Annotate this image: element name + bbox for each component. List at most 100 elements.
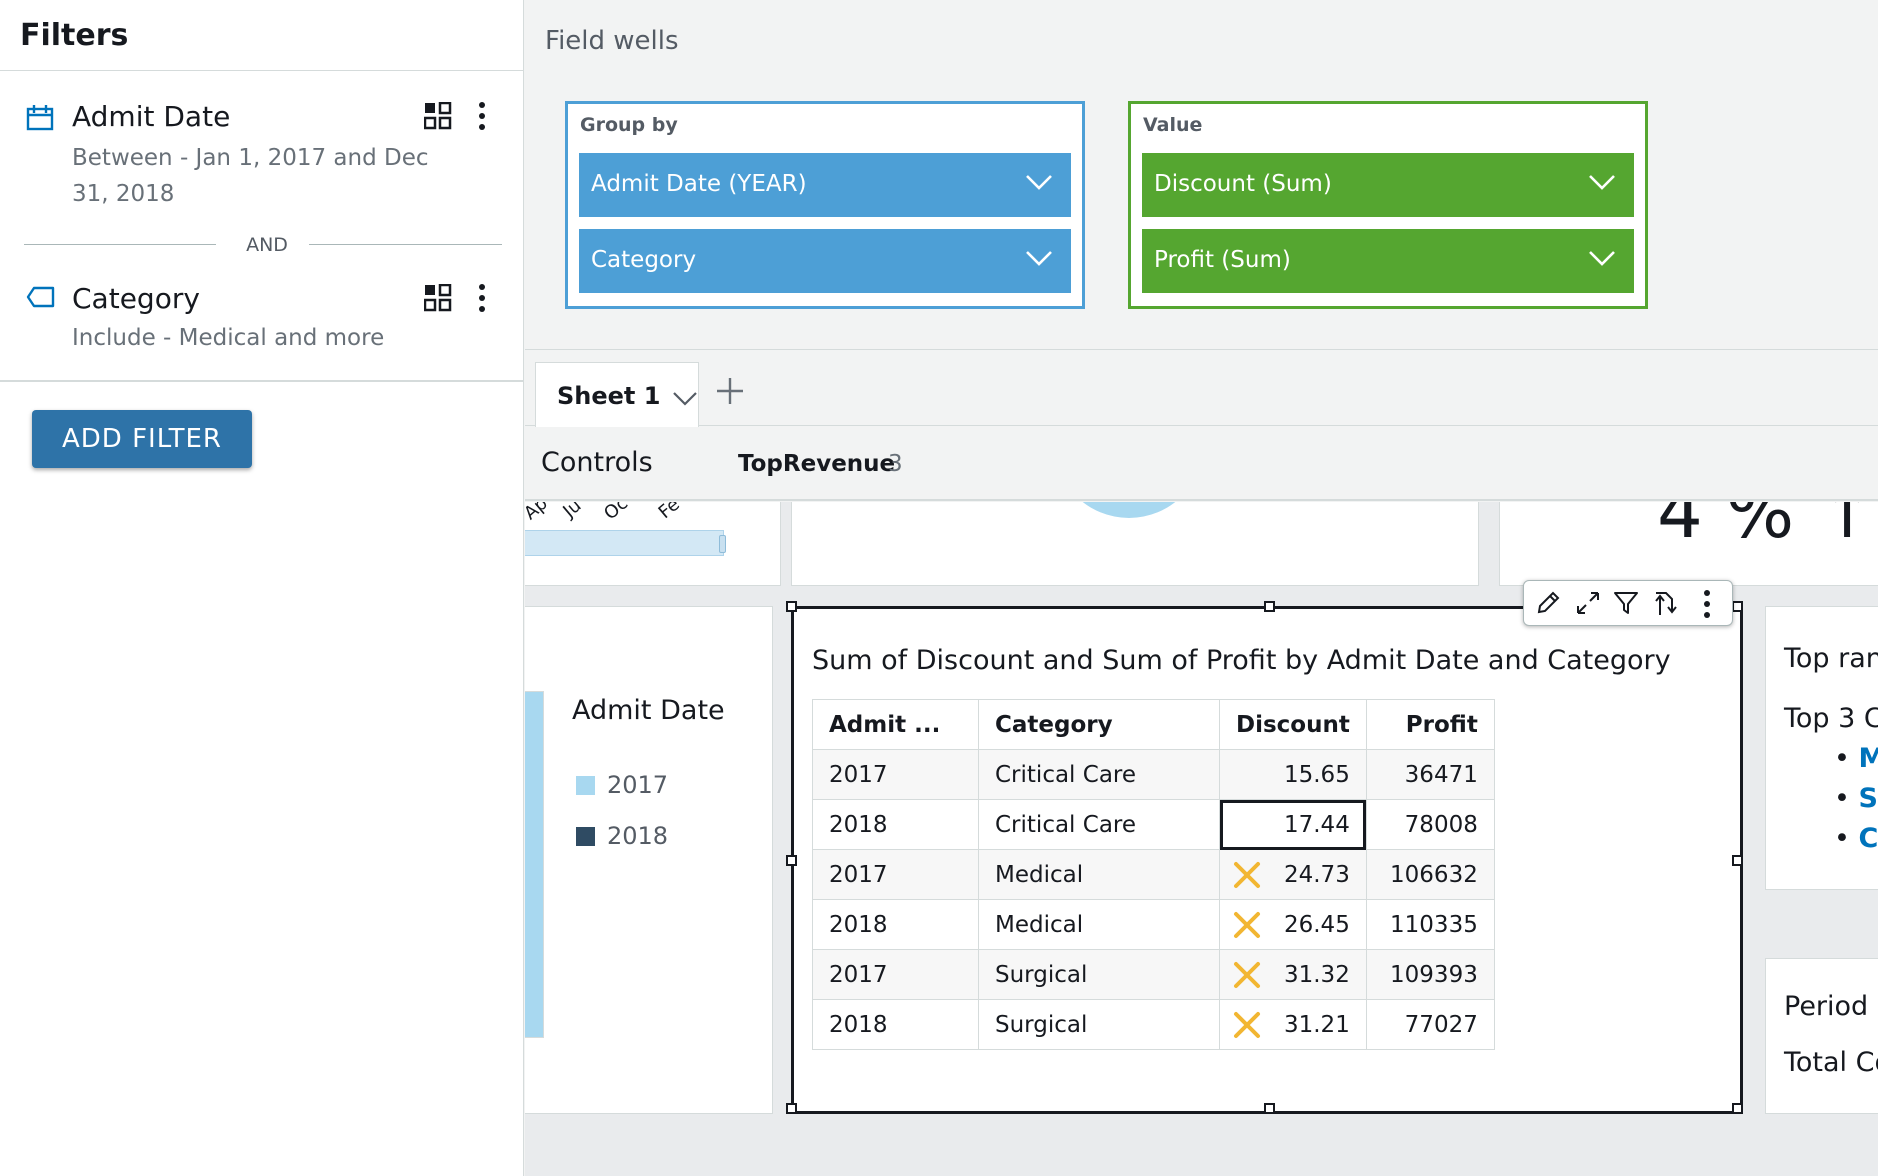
- table-cell-category[interactable]: Surgical: [978, 949, 1220, 1000]
- line-chart-visual[interactable]: Ap Ju Oc Fe: [525, 502, 781, 586]
- cell-value: 31.32: [1283, 961, 1350, 988]
- range-slider[interactable]: [525, 530, 724, 556]
- legend-title: Admit Date: [572, 695, 725, 726]
- table-row: 2017 Critical Care 15.65 36471: [812, 749, 1495, 800]
- table-cell-discount[interactable]: 15.65: [1219, 749, 1367, 800]
- table-cell-profit[interactable]: 78008: [1365, 799, 1495, 850]
- column-header[interactable]: Discount: [1219, 699, 1367, 750]
- well-label: Value: [1143, 114, 1203, 136]
- field-pill-category[interactable]: Category: [579, 229, 1071, 293]
- column-header[interactable]: Profit: [1365, 699, 1495, 750]
- table-cell-category[interactable]: Medical: [978, 849, 1220, 900]
- controls-bar: Controls TopRevenue 3: [525, 427, 1878, 501]
- warning-x-icon: [1234, 862, 1260, 888]
- table-cell-year[interactable]: 2018: [812, 899, 979, 950]
- table-cell-profit[interactable]: 110335: [1365, 899, 1495, 950]
- insight-visual[interactable]: Top ran Top 3 C • M • S • C: [1765, 606, 1878, 890]
- insight-bullet[interactable]: • C: [1834, 823, 1878, 854]
- table-cell-profit[interactable]: 77027: [1365, 999, 1495, 1050]
- edit-pencil-icon[interactable]: [1534, 589, 1562, 617]
- insight-link[interactable]: S: [1859, 783, 1878, 814]
- filter-name: Admit Date: [72, 100, 231, 133]
- resize-handle[interactable]: [1264, 1103, 1275, 1114]
- filter-category[interactable]: Category Include - Medical and more: [0, 262, 524, 372]
- kpi-visual[interactable]: 4 % ↑: [1499, 502, 1878, 586]
- table-visual[interactable]: Sum of Discount and Sum of Profit by Adm…: [786, 601, 1743, 1114]
- cell-value: Surgical: [995, 961, 1088, 988]
- month-label: Ap: [525, 502, 552, 525]
- resize-handle[interactable]: [786, 601, 797, 612]
- pie-chart-visual[interactable]: [791, 502, 1479, 586]
- value-well[interactable]: Value Discount (Sum) Profit (Sum): [1128, 101, 1648, 309]
- pie-slice: [1054, 502, 1204, 518]
- more-options-icon[interactable]: [470, 281, 494, 315]
- resize-handle[interactable]: [786, 855, 797, 866]
- cell-value: 31.21: [1283, 1011, 1350, 1038]
- tab-sheet-1[interactable]: Sheet 1: [535, 362, 699, 427]
- insight-link[interactable]: C: [1859, 823, 1878, 854]
- insight-bullet[interactable]: • M: [1834, 743, 1878, 774]
- visual-menu-icon[interactable]: [1695, 587, 1719, 621]
- grid-icon[interactable]: [424, 102, 452, 130]
- filters-title: Filters: [20, 18, 129, 53]
- sheet-canvas: Ap Ju Oc Fe 4 % ↑ Admit Date 2017 2018 S…: [525, 502, 1878, 1176]
- resize-handle[interactable]: [786, 1103, 797, 1114]
- table-cell-profit[interactable]: 109393: [1365, 949, 1495, 1000]
- table-cell-profit[interactable]: 36471: [1365, 749, 1495, 800]
- and-label: AND: [246, 234, 288, 256]
- more-options-icon[interactable]: [470, 99, 494, 133]
- table-cell-profit[interactable]: 106632: [1365, 849, 1495, 900]
- legend-item-2017[interactable]: 2017: [576, 771, 668, 799]
- table-cell-year[interactable]: 2018: [812, 999, 979, 1050]
- table-cell-discount[interactable]: 26.45: [1219, 899, 1367, 950]
- column-header[interactable]: Category: [978, 699, 1220, 750]
- filter-icon[interactable]: [1612, 589, 1640, 617]
- insight-bullet[interactable]: • S: [1834, 783, 1878, 814]
- grid-icon[interactable]: [424, 284, 452, 312]
- add-filter-button[interactable]: ADD FILTER: [32, 410, 252, 468]
- table-cell-year[interactable]: 2018: [812, 799, 979, 850]
- field-pill-profit[interactable]: Profit (Sum): [1142, 229, 1634, 293]
- resize-handle[interactable]: [1732, 855, 1743, 866]
- field-pill-discount[interactable]: Discount (Sum): [1142, 153, 1634, 217]
- resize-handle[interactable]: [1264, 601, 1275, 612]
- table-cell-discount[interactable]: 31.21: [1219, 999, 1367, 1050]
- table-cell-year[interactable]: 2017: [812, 849, 979, 900]
- filter-admit-date[interactable]: Admit Date Between - Jan 1, 2017 and Dec…: [0, 72, 524, 232]
- table-cell-discount[interactable]: 24.73: [1219, 849, 1367, 900]
- cell-value: 2017: [829, 961, 888, 988]
- table-cell-category[interactable]: Critical Care: [978, 749, 1220, 800]
- cell-value: 77027: [1404, 1011, 1478, 1038]
- insight-link[interactable]: M: [1859, 743, 1878, 774]
- controls-toggle[interactable]: Controls: [541, 447, 653, 478]
- chevron-down-icon[interactable]: [672, 391, 698, 407]
- swap-icon[interactable]: [1652, 589, 1680, 617]
- bar-chart-visual[interactable]: Admit Date 2017 2018: [525, 606, 773, 1114]
- resize-handle[interactable]: [1732, 601, 1743, 612]
- table-cell-category[interactable]: Medical: [978, 899, 1220, 950]
- cell-value: 2018: [829, 811, 888, 838]
- table-cell-discount[interactable]: 17.44: [1219, 799, 1367, 850]
- slider-handle[interactable]: [719, 535, 726, 553]
- cell-value: 15.65: [1283, 761, 1350, 788]
- resize-handle[interactable]: [1732, 1103, 1743, 1114]
- cell-value: 2017: [829, 861, 888, 888]
- chevron-down-icon: [1589, 175, 1615, 190]
- group-by-well[interactable]: Group by Admit Date (YEAR) Category: [565, 101, 1085, 309]
- legend-item-2018[interactable]: 2018: [576, 822, 668, 850]
- column-header[interactable]: Admit ...: [812, 699, 979, 750]
- field-pill-admit-date[interactable]: Admit Date (YEAR): [579, 153, 1071, 217]
- table-cell-discount[interactable]: 31.32: [1219, 949, 1367, 1000]
- table-row: 2018 Surgical 31.21 77027: [812, 999, 1495, 1050]
- expand-icon[interactable]: [1574, 589, 1602, 617]
- legend-label: 2017: [607, 771, 669, 799]
- table-cell-year[interactable]: 2017: [812, 749, 979, 800]
- table-cell-category[interactable]: Surgical: [978, 999, 1220, 1050]
- table-cell-year[interactable]: 2017: [812, 949, 979, 1000]
- warning-x-icon: [1234, 962, 1260, 988]
- table-cell-category[interactable]: Critical Care: [978, 799, 1220, 850]
- period-visual[interactable]: Period c Total Co: [1765, 958, 1878, 1114]
- parameter-value: 3: [888, 451, 903, 477]
- filters-panel: Filters Admit Date Between - Jan 1, 2017…: [0, 0, 524, 1176]
- add-sheet-icon[interactable]: [715, 376, 745, 406]
